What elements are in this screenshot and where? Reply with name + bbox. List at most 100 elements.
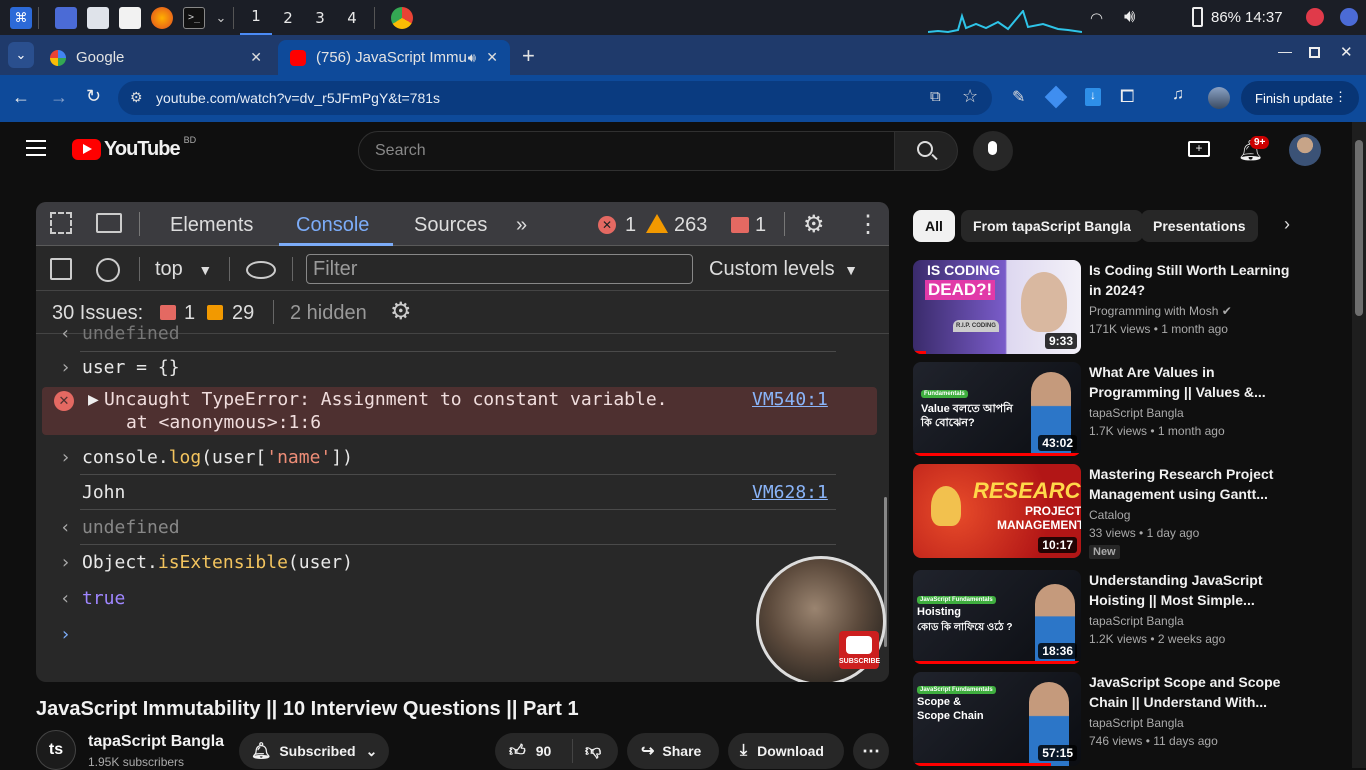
site-info-icon[interactable]: ⚙ <box>130 89 143 106</box>
video-player[interactable]: Elements Console Sources » ✕ 1 263 1 ⚙ ⋮… <box>36 202 889 682</box>
workspace-3[interactable]: 3 <box>304 9 336 27</box>
recommendation-item[interactable]: IS CODING DEAD?! R.I.P. CODING 9:33 Is C… <box>913 260 1353 356</box>
chip-presentations[interactable]: Presentations <box>1141 210 1258 242</box>
sidebar-toggle-icon[interactable] <box>50 258 72 280</box>
address-bar[interactable]: ⚙ youtube.com/watch?v=dv_r5JFmPgY&t=781s… <box>118 81 992 115</box>
url-text[interactable]: youtube.com/watch?v=dv_r5JFmPgY&t=781s <box>156 90 440 106</box>
recommendation-item[interactable]: JavaScript Fundamentals Scope & Scope Ch… <box>913 672 1353 768</box>
more-vert-icon[interactable]: ⋮ <box>856 210 880 239</box>
extensions-icon[interactable]: ⧠ <box>1120 86 1134 107</box>
video-thumbnail[interactable]: JavaScript Fundamentals Hoisting কোড কি … <box>913 570 1081 664</box>
window-close-icon[interactable]: ✕ <box>1340 43 1353 61</box>
volume-icon[interactable]: 🔊︎ <box>1124 6 1135 27</box>
workspace-1[interactable]: 1 <box>240 0 272 35</box>
tab-console[interactable]: Console <box>296 214 369 237</box>
video-title[interactable]: What Are Values in Programming || Values… <box>1089 362 1299 402</box>
more-tabs-icon[interactable]: » <box>516 214 527 237</box>
media-control-icon[interactable]: ♫ <box>1172 86 1184 104</box>
text-editor-icon[interactable] <box>119 6 141 29</box>
channel-avatar[interactable]: ts <box>36 730 76 770</box>
chip-from-channel[interactable]: From tapaScript Bangla <box>961 210 1143 242</box>
close-icon[interactable]: ✕ <box>250 49 262 66</box>
install-app-icon[interactable]: ⧉ <box>930 88 941 105</box>
console-error-row[interactable]: ✕ ▶ Uncaught TypeError: Assignment to co… <box>42 387 877 435</box>
create-icon[interactable]: + <box>1188 141 1210 157</box>
launcher-icon[interactable]: ⌘ <box>10 6 32 29</box>
tab-sources[interactable]: Sources <box>414 214 487 237</box>
video-title[interactable]: Understanding JavaScript Hoisting || Mos… <box>1089 570 1299 610</box>
more-vert-icon[interactable]: ⋮ <box>1334 89 1347 105</box>
file-manager-icon[interactable] <box>87 6 109 29</box>
minimize-icon[interactable]: — <box>1278 43 1292 59</box>
recommendation-item[interactable]: Fundamentals Value বলতে আপনি কি বোঝেন? 4… <box>913 362 1353 458</box>
warning-count[interactable]: 263 <box>674 214 707 237</box>
subscribed-button[interactable]: 🔔︎ Subscribed ⌄ <box>239 733 389 769</box>
tab-youtube[interactable]: (756) JavaScript Immu 🔊︎ ✕ <box>278 40 510 75</box>
dislike-button[interactable]: 👎︎ <box>573 742 601 761</box>
maximize-icon[interactable] <box>1309 47 1320 58</box>
inspect-icon[interactable] <box>50 212 72 234</box>
wifi-icon[interactable]: ◠ <box>1090 9 1103 27</box>
tab-search-icon[interactable]: ⌄ <box>8 42 34 68</box>
back-icon[interactable]: ← <box>12 87 30 108</box>
device-toggle-icon[interactable] <box>96 213 122 233</box>
search-button[interactable] <box>894 131 958 171</box>
share-button[interactable]: ↪ Share <box>627 733 719 769</box>
download-icon[interactable]: ↓ <box>1085 88 1101 106</box>
video-thumbnail[interactable]: Fundamentals Value বলতে আপনি কি বোঝেন? 4… <box>913 362 1081 456</box>
source-link[interactable]: VM540:1 <box>752 389 828 410</box>
workspace-4[interactable]: 4 <box>336 9 368 27</box>
levels-select[interactable]: Custom levels ▼ <box>709 258 858 281</box>
audio-icon[interactable]: 🔊︎ <box>468 50 476 66</box>
lock-icon[interactable] <box>1306 8 1324 26</box>
chip-all[interactable]: All <box>913 210 955 242</box>
scrollbar-thumb[interactable] <box>1355 140 1363 316</box>
video-thumbnail[interactable]: IS CODING DEAD?! R.I.P. CODING 9:33 <box>913 260 1081 354</box>
expand-triangle-icon[interactable]: ▶ <box>88 391 99 408</box>
clear-console-icon[interactable] <box>96 258 120 282</box>
bookmark-star-icon[interactable]: ☆ <box>962 86 978 107</box>
search-input[interactable]: Search <box>358 131 895 171</box>
channel-name[interactable]: tapaScript Bangla <box>88 733 224 751</box>
gear-icon[interactable]: ⚙ <box>390 297 412 326</box>
recommendation-item[interactable]: JavaScript Fundamentals Hoisting কোড কি … <box>913 570 1353 666</box>
finish-update-button[interactable]: Finish update ⋮ <box>1241 81 1359 115</box>
source-link[interactable]: VM628:1 <box>752 482 828 503</box>
page-scrollbar[interactable] <box>1352 122 1366 768</box>
workspace-2[interactable]: 2 <box>272 9 304 27</box>
profile-avatar-icon[interactable] <box>1208 87 1230 109</box>
video-thumbnail[interactable]: JavaScript Fundamentals Scope & Scope Ch… <box>913 672 1081 766</box>
tab-elements[interactable]: Elements <box>170 214 253 237</box>
eyedropper-icon[interactable]: ✎ <box>1012 87 1025 107</box>
clock[interactable]: 14:37 <box>1245 9 1283 26</box>
error-count[interactable]: 1 <box>625 214 636 237</box>
close-icon[interactable]: ✕ <box>486 49 498 66</box>
filter-input[interactable]: Filter <box>306 254 693 284</box>
video-thumbnail[interactable]: RESEARCH PROJECT MANAGEMENT 10:17 <box>913 464 1081 558</box>
avatar[interactable] <box>1289 134 1321 166</box>
like-button[interactable]: 👍︎ 90 <box>495 739 573 763</box>
video-title[interactable]: JavaScript Scope and Scope Chain || Unde… <box>1089 672 1299 712</box>
youtube-logo[interactable]: YouTube BD <box>72 135 196 161</box>
download-button[interactable]: ⤓ Download <box>728 733 844 769</box>
issue-count[interactable]: 1 <box>755 214 766 237</box>
recommendation-item[interactable]: RESEARCH PROJECT MANAGEMENT 10:17 Master… <box>913 464 1353 560</box>
gear-icon[interactable]: ⚙ <box>803 210 825 239</box>
settings-icon[interactable] <box>1340 8 1358 26</box>
tab-google[interactable]: Google ✕ <box>38 40 274 75</box>
context-select[interactable]: top ▼ <box>155 258 212 281</box>
reload-icon[interactable]: ↻ <box>86 86 101 107</box>
firefox-icon[interactable] <box>151 6 173 29</box>
live-expression-eye-icon[interactable] <box>246 261 276 279</box>
chrome-icon[interactable] <box>391 6 413 29</box>
forward-icon[interactable]: → <box>50 87 68 108</box>
extension-blue-icon[interactable] <box>1044 85 1068 109</box>
issues-errors[interactable]: 1 <box>184 302 195 325</box>
voice-search-button[interactable] <box>973 131 1013 171</box>
chevron-right-icon[interactable]: › <box>1284 214 1290 235</box>
chevron-down-icon[interactable]: ⌄ <box>215 7 227 29</box>
menu-icon[interactable] <box>26 140 46 156</box>
video-title[interactable]: Is Coding Still Worth Learning in 2024? <box>1089 260 1299 300</box>
video-title[interactable]: Mastering Research Project Management us… <box>1089 464 1299 504</box>
more-actions-button[interactable]: ⋯ <box>853 733 889 769</box>
